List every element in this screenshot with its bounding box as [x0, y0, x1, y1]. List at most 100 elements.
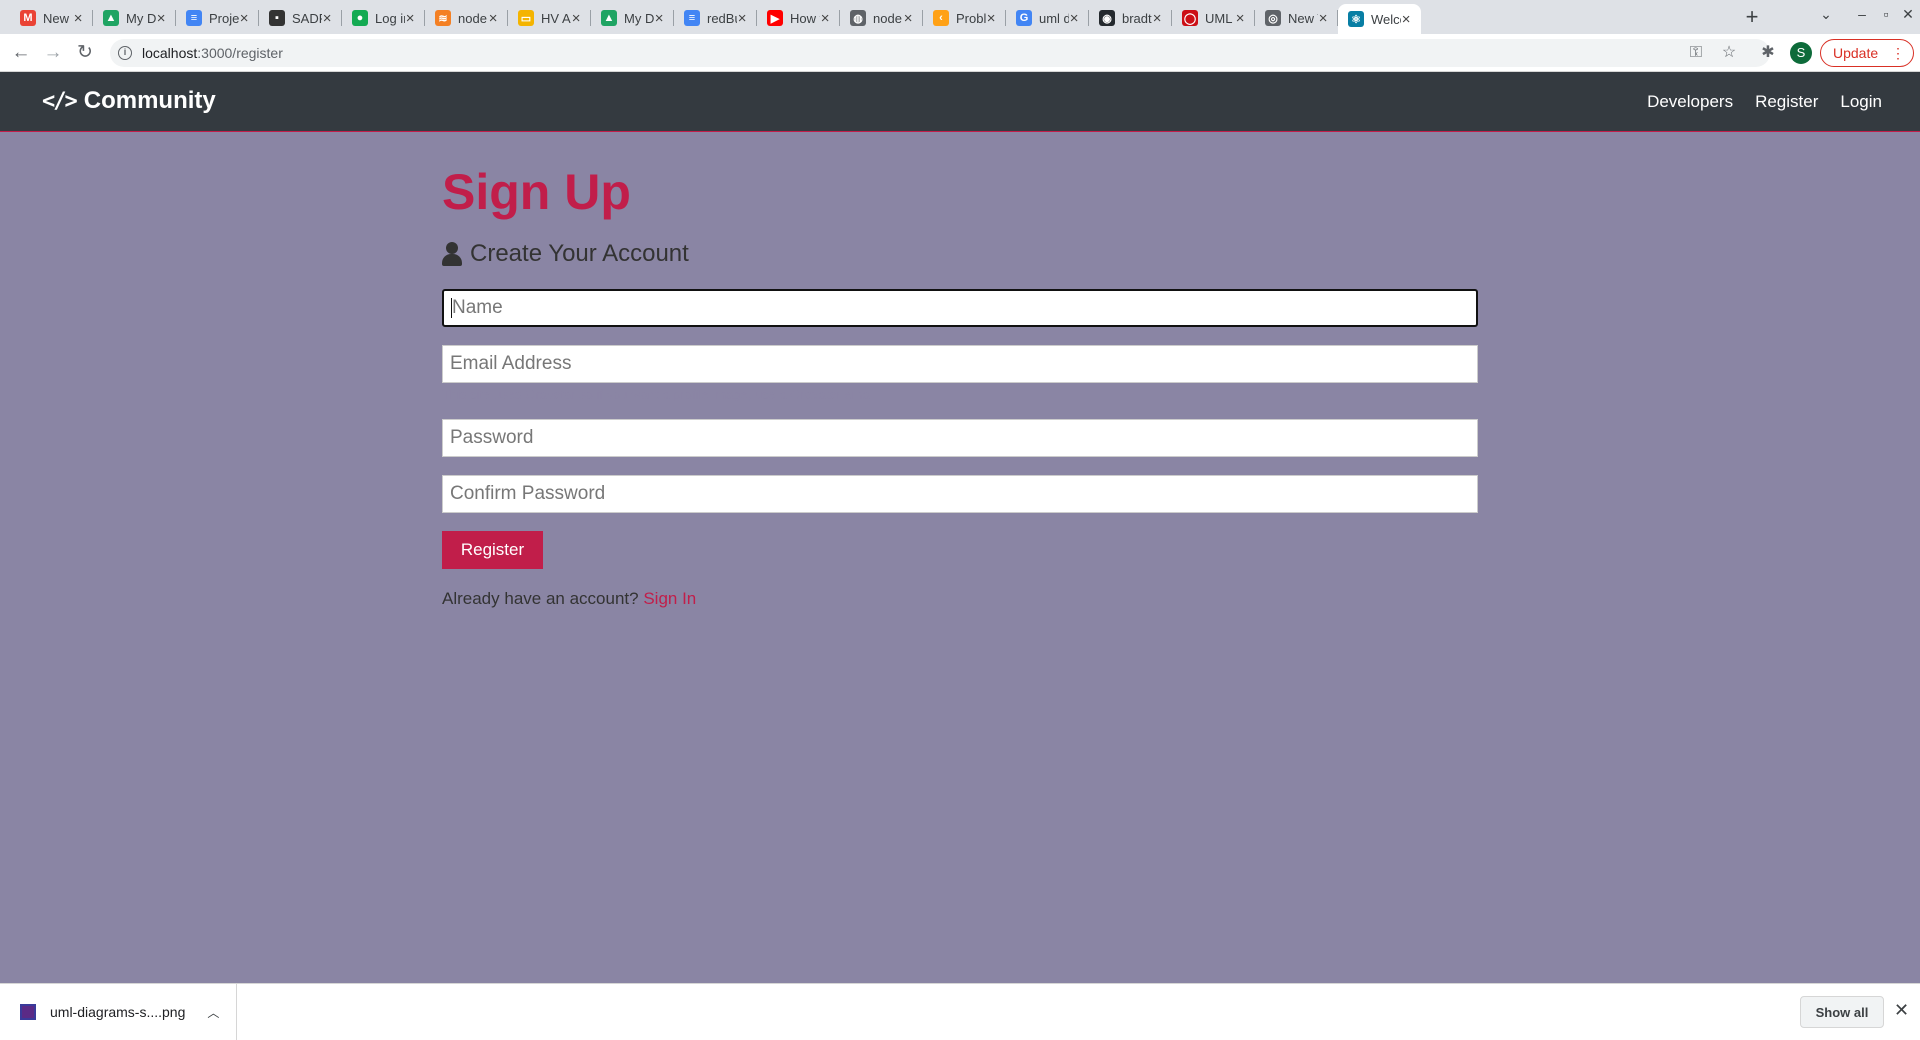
browser-tab[interactable]: ◎ New T× — [1255, 4, 1338, 32]
globe-icon: ◍ — [850, 10, 866, 26]
tab-close-icon[interactable]: × — [488, 10, 498, 27]
tab-close-icon[interactable]: × — [986, 10, 996, 27]
stackoverflow-icon: ≋ — [435, 10, 451, 26]
url-host: localhost — [142, 45, 198, 61]
page-title: Sign Up — [442, 164, 631, 220]
browser-tab[interactable]: ◍ node.j× — [840, 4, 923, 32]
browser-toolbar: ← → ↻ i localhost:3000/register ⚿ ☆ ✱ S … — [0, 34, 1920, 72]
browser-tab[interactable]: ≡ Projec× — [176, 4, 259, 32]
tab-close-icon[interactable]: × — [322, 10, 332, 27]
gmail-icon: M — [20, 10, 36, 26]
tab-close-icon[interactable]: × — [1401, 11, 1411, 28]
register-form: Name Email Address This site uses Gravat… — [442, 289, 1478, 569]
tab-title: node.j — [873, 10, 903, 26]
email-hint: This site uses Gravatar so if you want a… — [442, 387, 876, 402]
window-close-icon[interactable]: ✕ — [1898, 6, 1918, 23]
signin-prompt-text: Already have an account? — [442, 589, 639, 608]
signin-prompt: Already have an account? Sign In — [442, 589, 1478, 609]
bookmark-star-icon[interactable]: ☆ — [1718, 42, 1740, 64]
minimize-icon[interactable]: – — [1852, 6, 1872, 22]
register-submit-button[interactable]: Register — [442, 531, 543, 569]
tab-title: uml di — [1039, 10, 1070, 26]
browser-tab[interactable]: ▲ My Dri× — [93, 4, 176, 32]
tab-close-icon[interactable]: × — [73, 10, 83, 27]
subtitle-text: Create Your Account — [470, 240, 689, 267]
tab-close-icon[interactable]: × — [1235, 10, 1245, 27]
profile-avatar[interactable]: S — [1790, 42, 1812, 64]
new-tab-icon[interactable]: + — [1740, 6, 1764, 30]
google-icon: G — [1016, 10, 1032, 26]
mongodb-icon: ● — [352, 10, 368, 26]
reload-icon[interactable]: ↻ — [73, 41, 97, 65]
browser-tab[interactable]: ◉ bradt × — [1089, 4, 1172, 32]
tab-title: How t — [790, 10, 821, 26]
tab-title: New T — [1288, 10, 1318, 26]
tab-title: bradt — [1122, 10, 1152, 26]
register-container: Sign Up Create Your Account Name Email A… — [442, 132, 1478, 609]
browser-tab[interactable]: Guml di× — [1006, 4, 1089, 32]
tab-close-icon[interactable]: × — [654, 10, 664, 27]
browser-tab[interactable]: ▪ SADP× — [259, 4, 342, 32]
tab-close-icon[interactable]: × — [405, 10, 415, 27]
tab-close-icon[interactable]: × — [156, 10, 166, 27]
forward-icon[interactable]: → — [41, 41, 65, 65]
name-input[interactable]: Name — [442, 289, 1478, 327]
tab-close-icon[interactable]: × — [903, 10, 913, 27]
browser-tab[interactable]: ▶ How t × — [757, 4, 840, 32]
extensions-puzzle-icon[interactable]: ✱ — [1757, 42, 1779, 64]
browser-tab[interactable]: ≡ redBu× — [674, 4, 757, 32]
browser-tab[interactable]: ▭ HV Ac× — [508, 4, 591, 32]
brand-name: Community — [83, 87, 216, 114]
tab-title: SADP — [292, 10, 322, 26]
browser-tab[interactable]: ⚛ Welco× — [1338, 4, 1421, 34]
show-all-button[interactable]: Show all — [1800, 996, 1884, 1028]
tab-title: Projec — [209, 10, 240, 26]
tab-close-icon[interactable]: × — [737, 10, 747, 27]
browser-tab[interactable]: M New a× — [10, 4, 93, 32]
browser-tab[interactable]: ● Log in× — [342, 4, 425, 32]
browser-tab-strip: MNew a×▲My Dri×≡Projec×▪SADP×●Log in×≋no… — [0, 0, 1920, 34]
tab-search-chevron-icon[interactable]: ⌄ — [1816, 6, 1836, 23]
browser-tab[interactable]: ▲ My Dri× — [591, 4, 674, 32]
name-placeholder: Name — [452, 297, 503, 318]
signin-link[interactable]: Sign In — [643, 589, 696, 608]
youtube-icon: ▶ — [767, 10, 783, 26]
close-icon[interactable]: ✕ — [1894, 1000, 1909, 1021]
tab-title: node.j — [458, 10, 488, 26]
tab-close-icon[interactable]: × — [1069, 10, 1079, 27]
nav-login-link[interactable]: Login — [1840, 92, 1882, 112]
update-button[interactable]: Update ⋮ — [1820, 39, 1914, 67]
tab-close-icon[interactable]: × — [1318, 10, 1328, 27]
download-item[interactable]: uml-diagrams-s....png ︿ — [0, 984, 237, 1040]
chevron-up-icon[interactable]: ︿ — [207, 1004, 219, 1021]
password-placeholder: Password — [450, 427, 534, 448]
download-file-name: uml-diagrams-s....png — [50, 1004, 186, 1020]
tab-close-icon[interactable]: × — [571, 10, 581, 27]
nav-register-link[interactable]: Register — [1755, 92, 1818, 112]
email-input[interactable]: Email Address — [442, 345, 1478, 383]
brand-link[interactable]: </> Community — [42, 87, 216, 115]
tab-title: redBu — [707, 10, 737, 26]
nav-developers-link[interactable]: Developers — [1647, 92, 1733, 112]
menu-dots-icon: ⋮ — [1891, 44, 1905, 61]
tab-close-icon[interactable]: × — [1152, 10, 1162, 27]
site-info-icon[interactable]: i — [118, 46, 132, 60]
browser-tab[interactable]: ≋ node.j× — [425, 4, 508, 32]
tab-title: My Dri — [624, 10, 655, 26]
tab-close-icon[interactable]: × — [239, 10, 249, 27]
address-bar[interactable]: i localhost:3000/register — [110, 39, 1770, 67]
password-input[interactable]: Password — [442, 419, 1478, 457]
code-icon: </> — [42, 88, 78, 114]
browser-tab[interactable]: ‹ Proble× — [923, 4, 1006, 32]
url-text[interactable]: localhost:3000/register — [142, 45, 283, 61]
restore-icon[interactable]: ▫ — [1876, 6, 1896, 22]
image-file-icon — [20, 1004, 36, 1020]
drive-icon: ▲ — [103, 10, 119, 26]
confirm-password-input[interactable]: Confirm Password — [442, 475, 1478, 513]
user-icon — [442, 242, 462, 266]
key-icon[interactable]: ⚿ — [1685, 42, 1707, 64]
email-placeholder: Email Address — [450, 353, 572, 374]
browser-tab[interactable]: ◯ UML U× — [1172, 4, 1255, 32]
back-icon[interactable]: ← — [9, 41, 33, 65]
tab-close-icon[interactable]: × — [820, 10, 830, 27]
